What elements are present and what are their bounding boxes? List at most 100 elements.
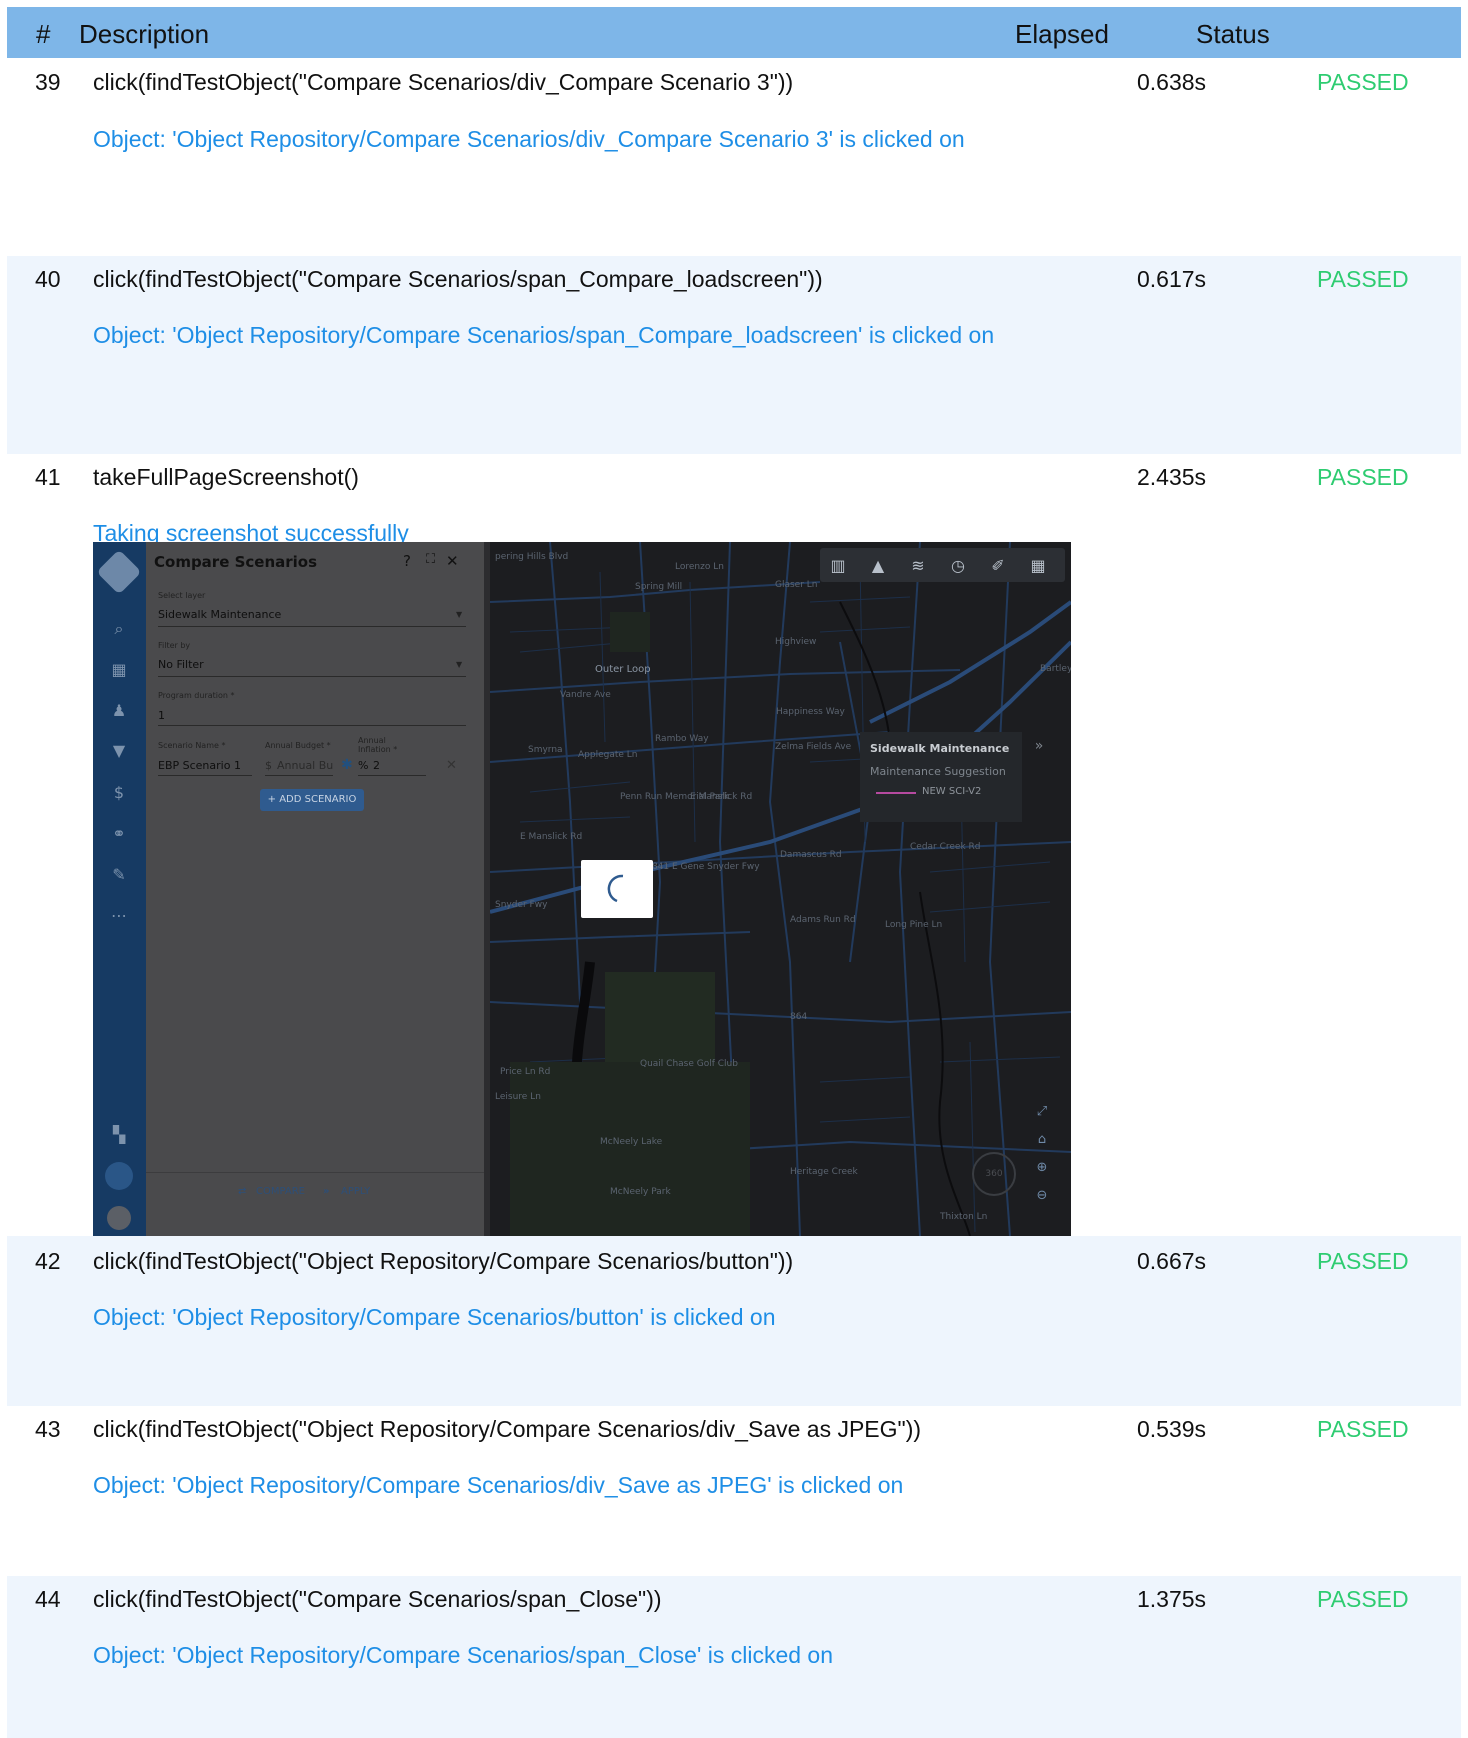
- budget-input: Annual Bu: [277, 759, 334, 772]
- bell-icon: ▲: [871, 556, 885, 575]
- compare-button: COMPARE: [256, 1186, 305, 1197]
- table-row: 44 click(findTestObject("Compare Scenari…: [7, 1576, 1461, 1738]
- step-elapsed: 0.667s: [1137, 1248, 1207, 1274]
- panel-title: Compare Scenarios: [154, 553, 318, 571]
- step-description: takeFullPageScreenshot(): [93, 464, 359, 490]
- step-message: Object: 'Object Repository/Compare Scena…: [93, 1304, 776, 1330]
- map-label: Lorenzo Ln: [675, 562, 724, 572]
- filter-value: No Filter: [158, 658, 204, 671]
- divider: [158, 676, 466, 677]
- map-label: Outer Loop: [595, 664, 651, 675]
- map-view: pering Hills Blvd Lorenzo Ln Glaser Ln S…: [490, 542, 1071, 1236]
- compare-panel: Compare Scenarios ? ⛶ ✕ Select layer Sid…: [146, 542, 484, 1236]
- map-legend: Sidewalk Maintenance Maintenance Suggest…: [860, 732, 1022, 822]
- zoom-out-icon: ⊖: [1036, 1188, 1048, 1203]
- step-description: click(findTestObject("Object Repository/…: [93, 1248, 794, 1274]
- map-label: Highview: [775, 637, 817, 647]
- step-message: Object: 'Object Repository/Compare Scena…: [93, 1472, 904, 1498]
- map-label: Spring Mill: [635, 582, 683, 592]
- step-status: PASSED: [1317, 1586, 1409, 1612]
- add-scenario-button: + ADD SCENARIO: [260, 789, 364, 811]
- filter-label: Filter by: [158, 641, 191, 650]
- divider: [158, 725, 466, 726]
- map-label: KY 841 E Gene Snyder Fwy: [638, 862, 760, 872]
- map-label: Quail Chase Golf Club: [640, 1059, 738, 1069]
- layers-icon: ≋: [911, 556, 925, 575]
- circle-button: [105, 1162, 133, 1190]
- map-toolbar: ▥ ▲ ≋ ◷ ✐ ▦: [820, 548, 1065, 582]
- inflation-value: 2: [373, 759, 380, 772]
- select-layer-value: Sidewalk Maintenance: [158, 608, 282, 621]
- step-elapsed: 0.617s: [1137, 266, 1207, 292]
- budget-prefix: $: [265, 759, 272, 772]
- map-label: Damascus Rd: [780, 850, 842, 860]
- chevron-down-icon: ▼: [456, 660, 463, 669]
- fullscreen-icon: ⤢: [1036, 1104, 1048, 1119]
- apply-button: APPLY: [341, 1186, 371, 1197]
- step-description: click(findTestObject("Compare Scenarios/…: [93, 266, 823, 292]
- header-num: #: [36, 19, 51, 49]
- step-elapsed: 0.539s: [1137, 1416, 1207, 1442]
- gear-icon: ✱: [341, 757, 353, 773]
- step-status: PASSED: [1317, 1248, 1409, 1274]
- step-description: click(findTestObject("Compare Scenarios/…: [93, 69, 794, 95]
- legend-swatch: [876, 792, 916, 794]
- budget-label: Annual Budget *: [265, 741, 331, 750]
- divider: [158, 626, 466, 627]
- inflation-label-2: Inflation *: [358, 745, 398, 754]
- step-message: Object: 'Object Repository/Compare Scena…: [93, 1642, 834, 1668]
- header-description: Description: [79, 19, 210, 49]
- map-label: Thixton Ln: [940, 1212, 988, 1222]
- step-number: 42: [35, 1248, 61, 1274]
- filter-icon: ▼: [112, 741, 126, 760]
- map-label: Snyder Fwy: [495, 900, 548, 910]
- legend-subtitle: Maintenance Suggestion: [870, 765, 1006, 778]
- table-icon: ▥: [830, 556, 846, 575]
- divider: [158, 775, 252, 776]
- history-icon: ◷: [951, 556, 965, 575]
- scenario-name-value: EBP Scenario 1: [158, 759, 241, 772]
- step-message: Object: 'Object Repository/Compare Scena…: [93, 126, 965, 152]
- spinner-icon: [607, 874, 624, 903]
- header-status: Status: [1196, 19, 1270, 49]
- step-message: Object: 'Object Repository/Compare Scena…: [93, 322, 995, 348]
- double-chevron-right-icon: »: [1034, 738, 1044, 754]
- measure-icon: ✐: [991, 556, 1005, 575]
- step-elapsed: 0.638s: [1137, 69, 1207, 95]
- divider: [265, 775, 333, 776]
- step-status: PASSED: [1317, 464, 1409, 490]
- map-label: Applegate Ln: [578, 750, 638, 760]
- map-label: Bartley: [1040, 664, 1071, 674]
- step-status: PASSED: [1317, 69, 1409, 95]
- inflation-prefix: %: [358, 759, 369, 772]
- close-icon: ✕: [446, 552, 459, 570]
- step-number: 40: [35, 266, 61, 292]
- help-icon: ?: [403, 552, 411, 570]
- map-label: pering Hills Blvd: [495, 552, 569, 562]
- step-number: 43: [35, 1416, 61, 1442]
- map-label: McNeely Park: [610, 1187, 671, 1197]
- network-icon: ⚭: [112, 824, 126, 843]
- legend-item: NEW SCI-V2: [922, 786, 982, 797]
- table-row: 39 click(findTestObject("Compare Scenari…: [7, 58, 1461, 256]
- calendar-icon: ▦: [111, 660, 127, 679]
- step-status: PASSED: [1317, 1416, 1409, 1442]
- screenshot-image[interactable]: ⌕ ▦ ♟ ▼ $ ⚭ ✎ ⋯ ▚ Compare Scenarios ? ⛶ …: [93, 542, 1071, 1236]
- app-logo: [96, 549, 142, 595]
- map-label: Glaser Ln: [775, 580, 818, 590]
- select-layer-label: Select layer: [158, 591, 206, 600]
- map-label: Vandre Ave: [560, 690, 611, 700]
- inflation-label-1: Annual: [358, 736, 386, 745]
- step-elapsed: 2.435s: [1137, 464, 1207, 490]
- compare-icon: ⇄: [238, 1186, 247, 1197]
- step-number: 44: [35, 1586, 61, 1612]
- divider: [358, 775, 426, 776]
- step-status: PASSED: [1317, 266, 1409, 292]
- dashboard-icon: ▚: [112, 1125, 126, 1144]
- map-label: 864: [790, 1012, 808, 1022]
- grid-icon: ▦: [1030, 556, 1046, 575]
- app-sidebar: ⌕ ▦ ♟ ▼ $ ⚭ ✎ ⋯ ▚: [93, 542, 146, 1236]
- map-label: Heritage Creek: [790, 1167, 858, 1177]
- map-label: Adams Run Rd: [790, 915, 856, 925]
- edit-icon: ✎: [112, 865, 126, 884]
